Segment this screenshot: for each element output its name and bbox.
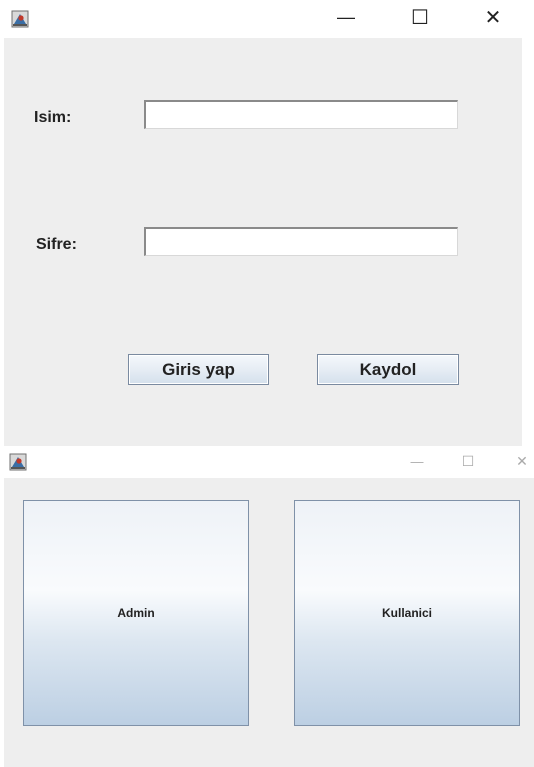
role-selection-panel: Admin Kullanici bbox=[4, 478, 534, 767]
login-window-titlebar: — ☐ ✕ bbox=[0, 0, 534, 38]
minimize-icon[interactable]: — bbox=[332, 6, 360, 28]
password-input[interactable] bbox=[144, 227, 458, 256]
maximize-icon[interactable]: ☐ bbox=[406, 5, 434, 29]
minimize-icon[interactable]: — bbox=[406, 451, 428, 471]
close-icon[interactable]: ✕ bbox=[511, 451, 533, 471]
maximize-icon[interactable]: ☐ bbox=[457, 451, 479, 471]
register-button[interactable]: Kaydol bbox=[317, 354, 459, 385]
login-form-panel: Isim: Sifre: Giris yap Kaydol bbox=[4, 38, 522, 446]
close-icon[interactable]: ✕ bbox=[479, 5, 507, 29]
login-button[interactable]: Giris yap bbox=[128, 354, 269, 385]
java-app-icon bbox=[9, 453, 27, 471]
role-window-titlebar: — ☐ ✕ bbox=[0, 447, 534, 478]
admin-button[interactable]: Admin bbox=[23, 500, 249, 726]
user-button[interactable]: Kullanici bbox=[294, 500, 520, 726]
password-label: Sifre: bbox=[36, 236, 77, 253]
name-input[interactable] bbox=[144, 100, 458, 129]
name-label: Isim: bbox=[34, 109, 72, 126]
java-app-icon bbox=[11, 10, 29, 28]
